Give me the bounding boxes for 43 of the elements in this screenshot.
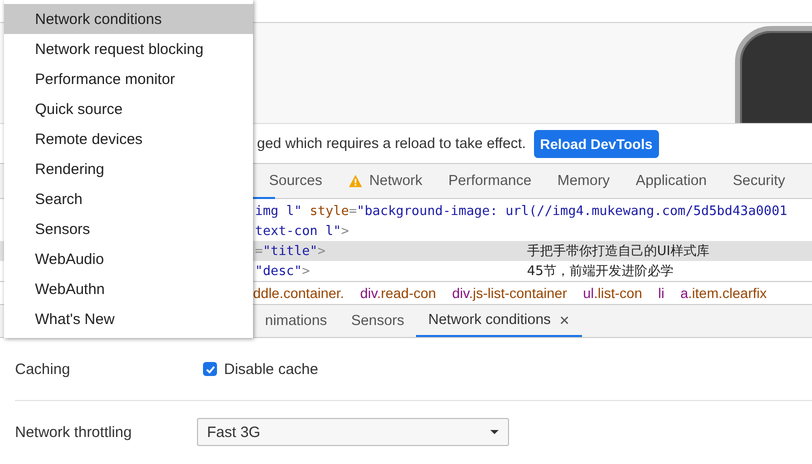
- menu-item[interactable]: WebAudio: [4, 244, 253, 274]
- checkbox[interactable]: [203, 362, 217, 376]
- close-icon[interactable]: ✕: [558, 312, 570, 328]
- setting-label: Network throttling: [15, 424, 133, 440]
- breadcrumb-item[interactable]: ddle.container.: [253, 285, 344, 301]
- menu-item[interactable]: WebAuthn: [4, 274, 253, 304]
- menu-item[interactable]: Search: [4, 184, 253, 214]
- menu-item[interactable]: Sensors: [4, 214, 253, 244]
- setting-label: Caching: [15, 360, 72, 378]
- panel-tab[interactable]: Performance: [435, 164, 544, 198]
- drawer-tab[interactable]: Network conditions ✕: [416, 305, 582, 337]
- breadcrumb-item[interactable]: div.read-con: [360, 285, 436, 301]
- checkbox-label: Disable cache: [224, 360, 318, 378]
- warning-icon: [348, 174, 364, 188]
- menu-item[interactable]: Rendering: [4, 154, 253, 184]
- throttling-dropdown[interactable]: Fast 3G: [197, 418, 509, 446]
- infobar-message: ged which requires a reload to take effect.: [257, 136, 526, 152]
- element-text: 手把手带你打造自己的UI样式库: [527, 243, 710, 260]
- panel-tab[interactable]: Security: [720, 164, 798, 198]
- reload-devtools-button[interactable]: Reload DevTools: [534, 130, 658, 158]
- code-line: img l" style="background-image: url(//img4.mukewang.com/5d5bd43a0001: [255, 204, 788, 218]
- element-text: 45节，前端开发进阶必学: [527, 263, 674, 280]
- menu-item[interactable]: Performance monitor: [4, 64, 253, 94]
- breadcrumb-item[interactable]: div.js-list-container: [452, 285, 567, 301]
- panel-tab[interactable]: Memory: [544, 164, 623, 198]
- code-line: text-con l">: [255, 224, 349, 238]
- menu-item[interactable]: Network request blocking: [4, 34, 253, 64]
- panel-tab[interactable]: Sources: [256, 164, 336, 198]
- menu-item[interactable]: Remote devices: [4, 124, 253, 154]
- breadcrumb-item[interactable]: a.item.clearfix: [680, 285, 767, 301]
- drawer-tab[interactable]: nimations: [253, 305, 340, 337]
- panel-tab[interactable]: Network: [335, 164, 436, 198]
- menu-item[interactable]: Quick source: [4, 94, 253, 124]
- menu-item[interactable]: Network conditions: [4, 4, 253, 34]
- breadcrumb-item[interactable]: li: [658, 285, 664, 301]
- code-line: "desc">: [255, 264, 310, 278]
- panel-tab[interactable]: Application: [622, 164, 720, 198]
- menu-item[interactable]: What's New: [4, 304, 253, 334]
- code-line: ="title">: [255, 244, 326, 258]
- dropdown-caret-icon: [490, 430, 499, 434]
- breadcrumb-item[interactable]: ul.list-con: [582, 285, 642, 301]
- drawer-tab[interactable]: Sensors: [339, 305, 416, 337]
- tab-underline: [253, 197, 275, 199]
